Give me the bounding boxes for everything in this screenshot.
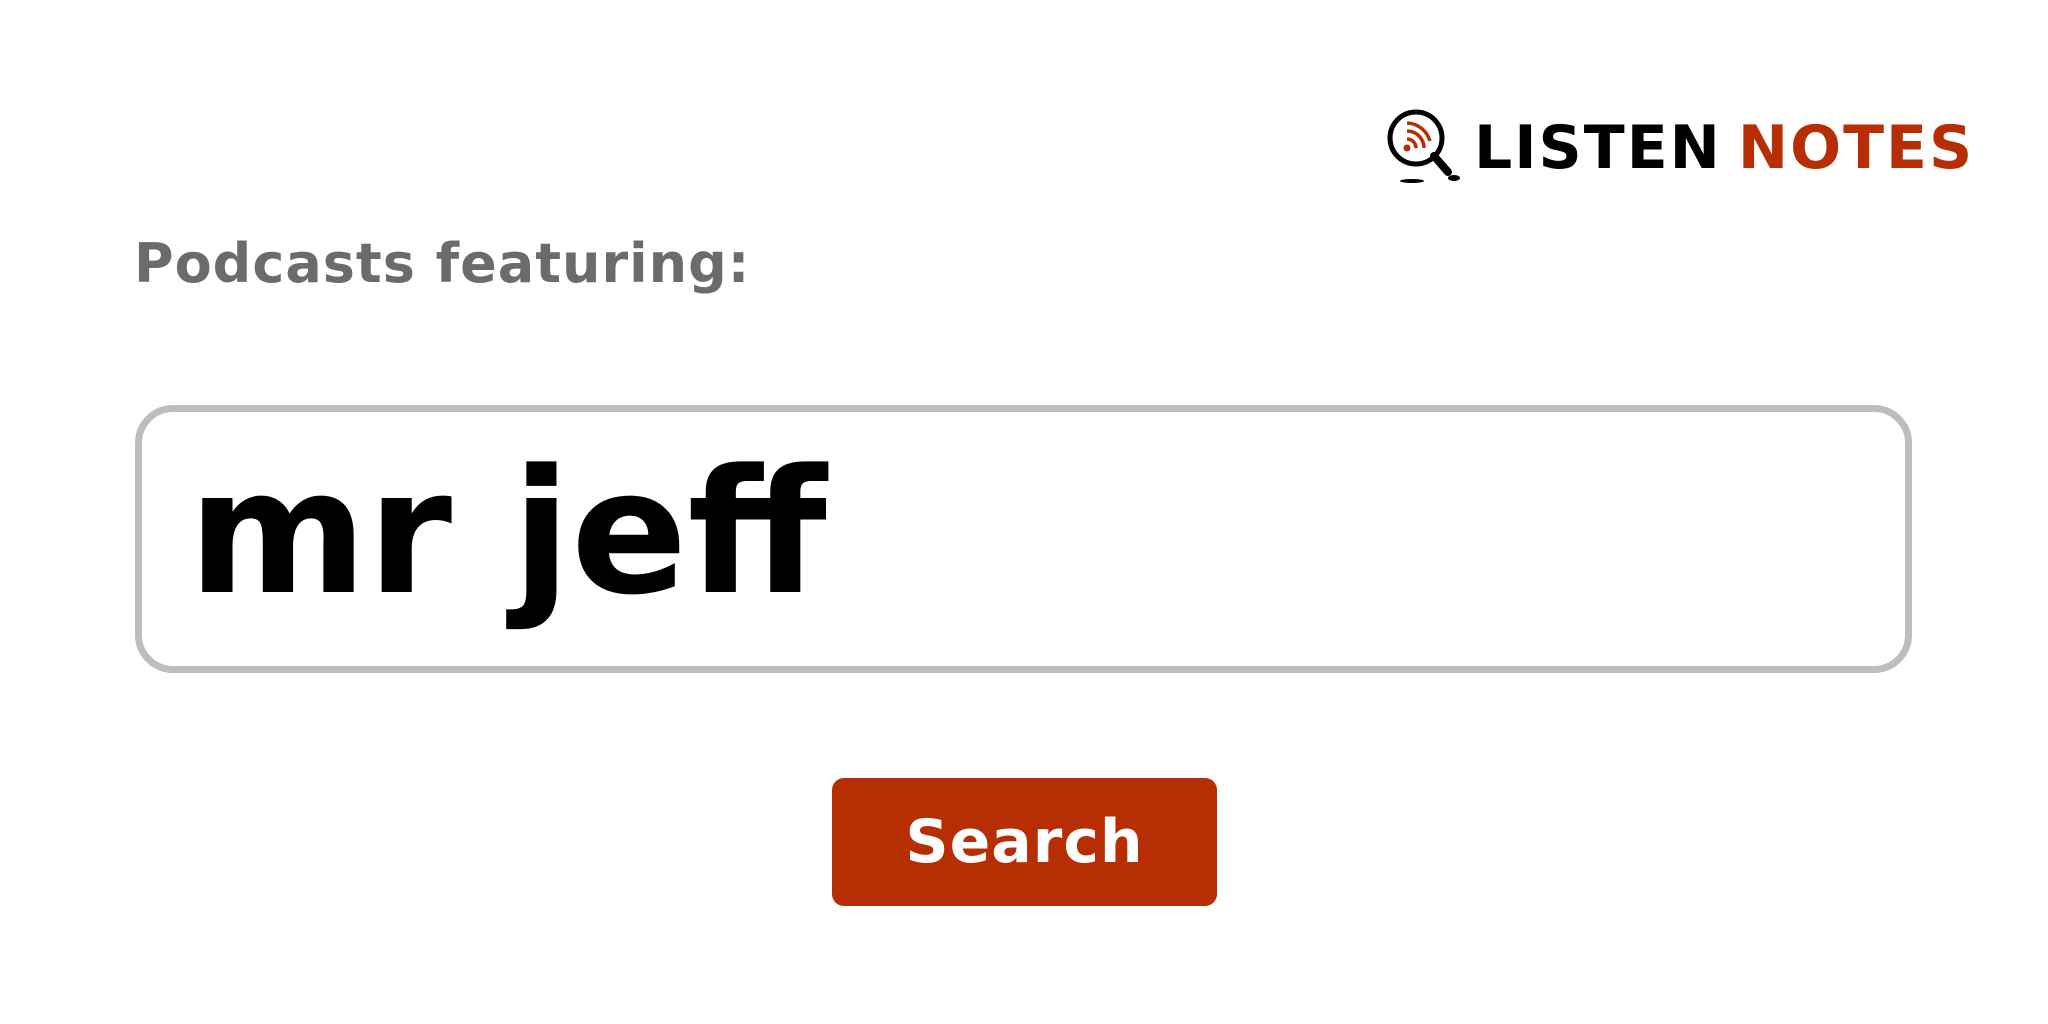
logo-word-listen: LISTEN [1474,113,1722,183]
search-input[interactable]: mr jeff [135,405,1912,673]
logo-word-notes: NOTES [1737,113,1975,183]
logo-wordmark: LISTEN NOTES [1474,108,1974,188]
search-button[interactable]: Search [832,778,1217,906]
magnifier-podcast-icon [1387,109,1460,183]
search-input-value[interactable]: mr jeff [188,433,827,633]
podcasts-featuring-label: Podcasts featuring: [134,232,751,295]
listen-notes-logo[interactable]: LISTEN NOTES [1382,108,1974,188]
